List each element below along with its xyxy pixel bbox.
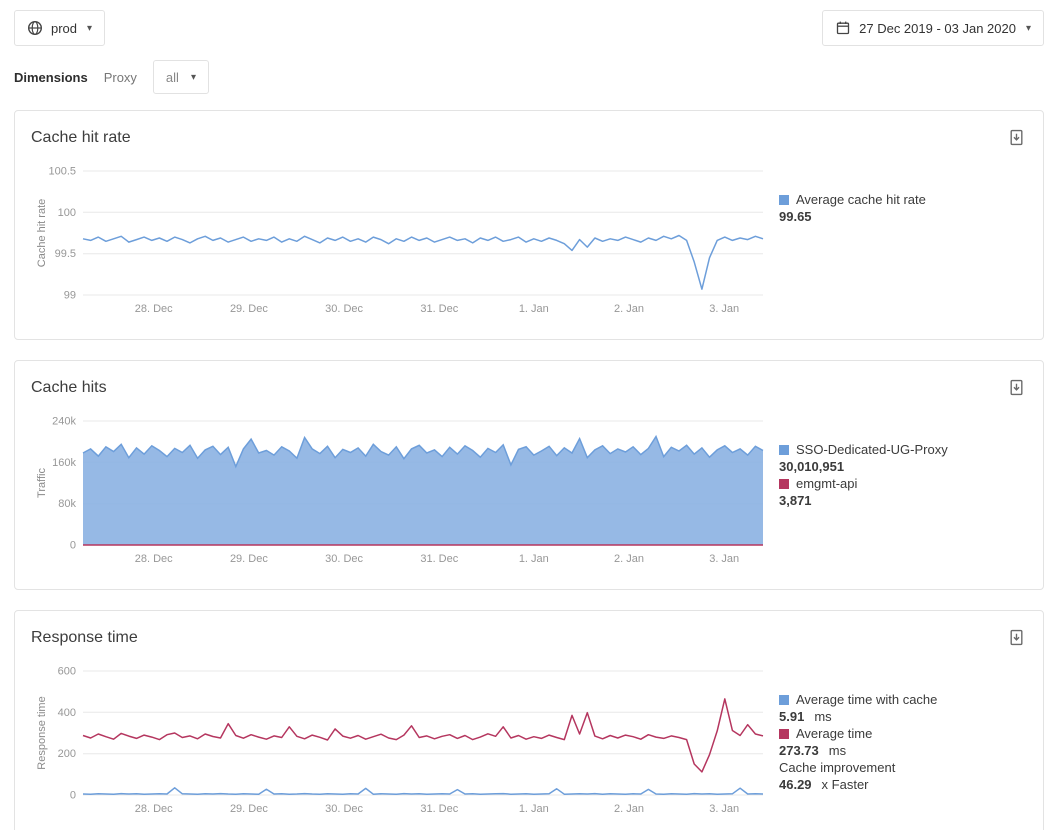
- svg-text:80k: 80k: [58, 498, 76, 510]
- legend-value: 30,010,951: [779, 458, 1021, 475]
- card-response-time: Response time 0 200 400 600 28. Dec 29. Dec 30…: [14, 610, 1044, 830]
- svg-text:160k: 160k: [52, 457, 76, 469]
- legend-item: Cache improvement 46.29x Faster: [779, 759, 1021, 793]
- legend-item: emgmt-api 3,871: [779, 475, 1021, 509]
- svg-text:3. Jan: 3. Jan: [709, 303, 739, 315]
- chart-legend: Average time with cache 5.91ms Average t…: [771, 659, 1021, 827]
- legend-series-name: SSO-Dedicated-UG-Proxy: [796, 442, 948, 457]
- svg-text:99.5: 99.5: [55, 248, 76, 260]
- calendar-icon: [835, 20, 851, 36]
- legend-value: 99.65: [779, 208, 1021, 225]
- svg-text:3. Jan: 3. Jan: [709, 803, 739, 815]
- date-range-selector[interactable]: 27 Dec 2019 - 03 Jan 2020 ▾: [822, 10, 1044, 46]
- svg-text:99: 99: [64, 290, 76, 302]
- svg-text:31. Dec: 31. Dec: [420, 553, 458, 565]
- chart-title: Cache hits: [31, 377, 107, 399]
- svg-text:1. Jan: 1. Jan: [519, 303, 549, 315]
- svg-text:2. Jan: 2. Jan: [614, 303, 644, 315]
- legend-series-name: Average time with cache: [796, 692, 937, 707]
- svg-text:30. Dec: 30. Dec: [325, 303, 363, 315]
- chevron-down-icon: ▾: [191, 72, 196, 83]
- response-time-chart[interactable]: 0 200 400 600 28. Dec 29. Dec 30. Dec 31. Dec 1.…: [31, 659, 771, 827]
- svg-text:29. Dec: 29. Dec: [230, 553, 268, 565]
- legend-swatch: [779, 695, 789, 705]
- card-cache-hits: Cache hits 0 80k 160k 240k 28. Dec 29. Dec 30.…: [14, 360, 1044, 590]
- svg-text:29. Dec: 29. Dec: [230, 303, 268, 315]
- svg-text:3. Jan: 3. Jan: [709, 553, 739, 565]
- date-range-label: 27 Dec 2019 - 03 Jan 2020: [859, 21, 1016, 36]
- svg-text:0: 0: [70, 790, 76, 802]
- chevron-down-icon: ▾: [87, 23, 92, 34]
- proxy-filter-dropdown[interactable]: all ▾: [153, 60, 209, 94]
- legend-item: SSO-Dedicated-UG-Proxy 30,010,951: [779, 441, 1021, 475]
- download-report-icon: [1008, 379, 1025, 396]
- legend-label[interactable]: Average cache hit rate: [779, 191, 1021, 208]
- svg-text:400: 400: [58, 707, 76, 719]
- svg-text:100: 100: [58, 207, 76, 219]
- chart-title: Cache hit rate: [31, 127, 131, 149]
- svg-text:100.5: 100.5: [48, 166, 76, 178]
- svg-text:Cache hit rate: Cache hit rate: [36, 199, 48, 267]
- card-cache-hit-rate: Cache hit rate 99 99.5 100 100.5 28. Dec 29. …: [14, 110, 1044, 340]
- toolbar: prod ▾ 27 Dec 2019 - 03 Jan 2020 ▾: [0, 0, 1058, 46]
- svg-text:31. Dec: 31. Dec: [420, 803, 458, 815]
- environment-selector[interactable]: prod ▾: [14, 10, 105, 46]
- legend-value: 5.91ms: [779, 708, 1021, 725]
- legend-label: Cache improvement: [779, 759, 1021, 776]
- legend-label[interactable]: SSO-Dedicated-UG-Proxy: [779, 441, 1021, 458]
- download-report-icon: [1008, 629, 1025, 646]
- dimensions-label: Dimensions: [14, 70, 88, 85]
- legend-series-name: Cache improvement: [779, 760, 895, 775]
- svg-text:2. Jan: 2. Jan: [614, 803, 644, 815]
- legend-value: 273.73ms: [779, 742, 1021, 759]
- chart-title: Response time: [31, 627, 138, 649]
- export-report-button[interactable]: [1006, 627, 1027, 651]
- legend-label[interactable]: Average time: [779, 725, 1021, 742]
- legend-label[interactable]: emgmt-api: [779, 475, 1021, 492]
- svg-text:28. Dec: 28. Dec: [135, 803, 173, 815]
- svg-text:29. Dec: 29. Dec: [230, 803, 268, 815]
- svg-text:28. Dec: 28. Dec: [135, 553, 173, 565]
- legend-item: Average time 273.73ms: [779, 725, 1021, 759]
- dimensions-bar: Dimensions Proxy all ▾: [0, 60, 1058, 94]
- environment-label: prod: [51, 21, 77, 36]
- svg-text:30. Dec: 30. Dec: [325, 803, 363, 815]
- svg-text:2. Jan: 2. Jan: [614, 553, 644, 565]
- svg-text:1. Jan: 1. Jan: [519, 803, 549, 815]
- globe-icon: [27, 20, 43, 36]
- legend-series-name: emgmt-api: [796, 476, 857, 491]
- legend-swatch: [779, 479, 789, 489]
- chevron-down-icon: ▾: [1026, 23, 1031, 34]
- legend-swatch: [779, 729, 789, 739]
- legend-series-name: Average time: [796, 726, 872, 741]
- svg-text:30. Dec: 30. Dec: [325, 553, 363, 565]
- export-report-button[interactable]: [1006, 377, 1027, 401]
- svg-text:31. Dec: 31. Dec: [420, 303, 458, 315]
- legend-series-name: Average cache hit rate: [796, 192, 926, 207]
- legend-value: 3,871: [779, 492, 1021, 509]
- svg-text:200: 200: [58, 748, 76, 760]
- legend-label[interactable]: Average time with cache: [779, 691, 1021, 708]
- export-report-button[interactable]: [1006, 127, 1027, 151]
- legend-swatch: [779, 195, 789, 205]
- dimension-name: Proxy: [104, 70, 137, 85]
- chart-legend: Average cache hit rate 99.65: [771, 159, 1021, 327]
- svg-text:Traffic: Traffic: [36, 468, 48, 498]
- svg-text:28. Dec: 28. Dec: [135, 303, 173, 315]
- svg-text:240k: 240k: [52, 416, 76, 428]
- svg-text:1. Jan: 1. Jan: [519, 553, 549, 565]
- cache-hits-chart[interactable]: 0 80k 160k 240k 28. Dec 29. Dec 30. Dec 31. Dec…: [31, 409, 771, 577]
- legend-swatch: [779, 445, 789, 455]
- chart-legend: SSO-Dedicated-UG-Proxy 30,010,951 emgmt-…: [771, 409, 1021, 577]
- legend-item: Average cache hit rate 99.65: [779, 191, 1021, 225]
- svg-text:0: 0: [70, 540, 76, 552]
- legend-item: Average time with cache 5.91ms: [779, 691, 1021, 725]
- legend-value: 46.29x Faster: [779, 776, 1021, 793]
- svg-text:Response time: Response time: [36, 696, 48, 769]
- proxy-filter-value: all: [166, 70, 179, 85]
- svg-text:600: 600: [58, 666, 76, 678]
- cache-hit-rate-chart[interactable]: 99 99.5 100 100.5 28. Dec 29. Dec 30. Dec 31. D…: [31, 159, 771, 327]
- download-report-icon: [1008, 129, 1025, 146]
